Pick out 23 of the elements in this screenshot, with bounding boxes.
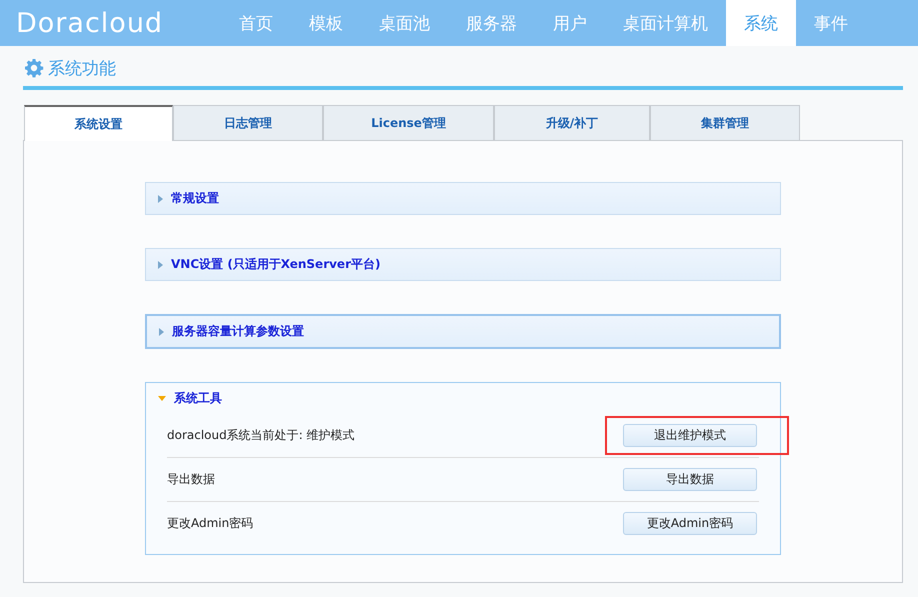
- section-title[interactable]: 服务器容量计算参数设置: [172, 323, 304, 340]
- page-title: 系统功能: [48, 58, 116, 80]
- caret-right-icon[interactable]: [159, 328, 164, 336]
- tab[interactable]: 集群管理: [650, 105, 800, 140]
- caret-down-icon[interactable]: [158, 396, 166, 401]
- tool-label: doracloud系统当前处于: 维护模式: [167, 427, 355, 444]
- tool-label: 更改Admin密码: [167, 515, 254, 532]
- gear-icon: [24, 58, 44, 78]
- tab[interactable]: 升级/补丁: [494, 105, 650, 140]
- nav-item[interactable]: 系统: [726, 0, 796, 46]
- action-button[interactable]: 更改Admin密码: [623, 512, 757, 535]
- caret-right-icon[interactable]: [158, 260, 163, 268]
- caret-right-icon[interactable]: [158, 194, 163, 202]
- section-title[interactable]: VNC设置 (只适用于XenServer平台): [171, 256, 380, 273]
- tool-label: 导出数据: [167, 471, 215, 488]
- section-title[interactable]: 常规设置: [171, 190, 219, 207]
- tab[interactable]: 日志管理: [173, 105, 323, 140]
- action-button[interactable]: 退出维护模式: [623, 424, 757, 447]
- tab[interactable]: 系统设置: [24, 105, 173, 141]
- tab[interactable]: License管理: [323, 105, 494, 140]
- action-button[interactable]: 导出数据: [623, 468, 757, 491]
- section-title[interactable]: 系统工具: [174, 390, 222, 407]
- logo: Doracloud: [15, 6, 164, 40]
